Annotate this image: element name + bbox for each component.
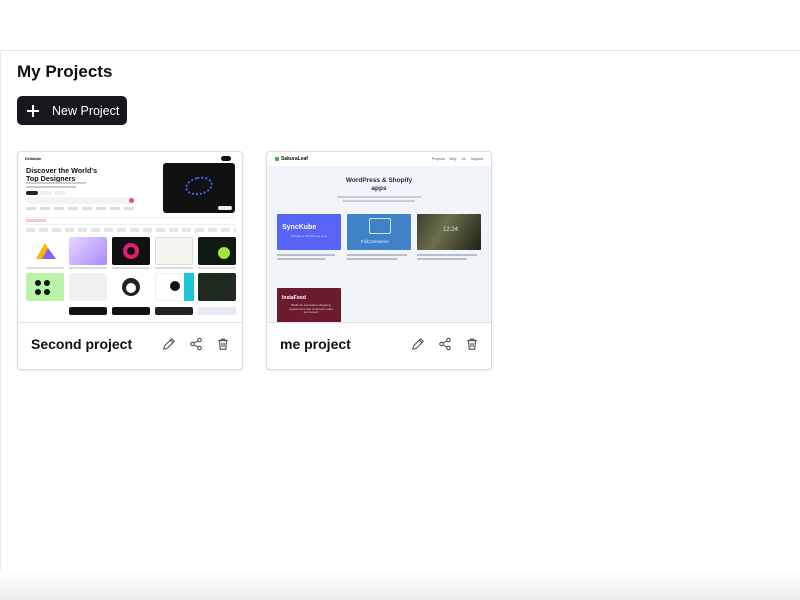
sidebar-divider xyxy=(0,50,1,600)
project-card[interactable]: SakuraLeaf Projects Why Us Support WordP… xyxy=(266,151,492,370)
new-project-label: New Project xyxy=(52,103,120,118)
thumbnail-card: InstaFood Build the innovative shopping … xyxy=(277,288,341,322)
thumbnail-video xyxy=(163,163,235,213)
share-icon[interactable] xyxy=(438,337,452,351)
thumbnail-nav: Projects Why Us Support xyxy=(431,157,483,161)
top-bar xyxy=(0,0,800,51)
project-name[interactable]: Second project xyxy=(31,336,132,352)
thumbnail-logo: SakuraLeaf xyxy=(275,156,308,162)
thumbnail-logo: Dribbble xyxy=(25,156,42,161)
plus-icon xyxy=(27,104,39,117)
project-thumbnail[interactable]: SakuraLeaf Projects Why Us Support WordP… xyxy=(267,152,491,323)
new-project-button[interactable]: New Project xyxy=(17,96,127,125)
share-icon[interactable] xyxy=(189,337,203,351)
thumbnail-card: FillCommerce xyxy=(347,214,411,250)
thumbnail-card: 12:24 xyxy=(417,214,481,250)
trash-icon[interactable] xyxy=(465,337,479,351)
thumbnail-card: SyncKube Shopify to WordPress sync xyxy=(277,214,341,250)
page-title: My Projects xyxy=(17,62,113,81)
thumbnail-headline: Discover the World's Top Designers xyxy=(26,166,98,183)
project-thumbnail[interactable]: Dribbble Discover the World's Top Design… xyxy=(18,152,242,323)
thumbnail-headline: WordPress & Shopify apps xyxy=(345,177,413,192)
pencil-icon[interactable] xyxy=(162,337,176,351)
project-name[interactable]: me project xyxy=(280,336,351,352)
trash-icon[interactable] xyxy=(216,337,230,351)
project-card[interactable]: Dribbble Discover the World's Top Design… xyxy=(17,151,243,370)
page-bottom-fade xyxy=(0,570,800,600)
pencil-icon[interactable] xyxy=(411,337,425,351)
